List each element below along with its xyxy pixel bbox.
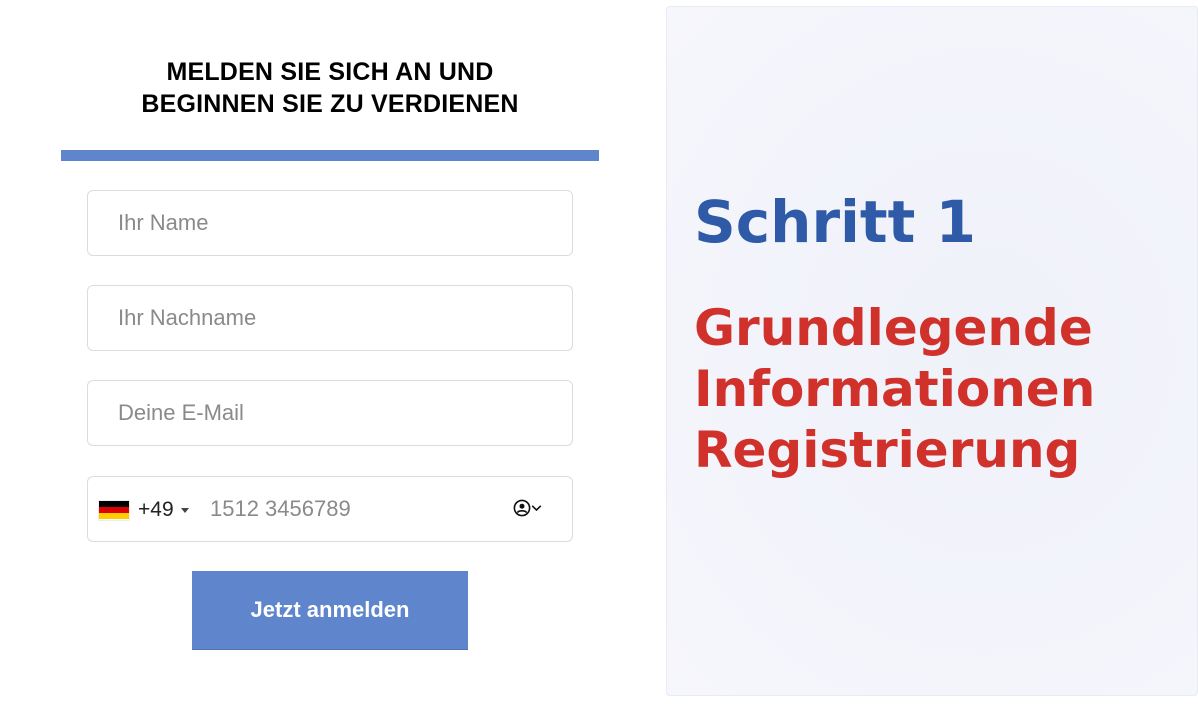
last-name-input[interactable] — [88, 286, 572, 350]
step-description-line-2: Informationen — [694, 360, 1096, 418]
signup-form-panel: MELDEN SIE SICH AN UND BEGINNEN SIE ZU V… — [61, 0, 599, 704]
accent-divider — [61, 150, 599, 161]
step-description: Grundlegende Informationen Registrierung — [694, 298, 1095, 481]
step-description-line-3: Registrierung — [694, 421, 1081, 479]
form-title-line-2: BEGINNEN SIE ZU VERDIENEN — [141, 90, 519, 118]
step-info-panel: Schritt 1 Grundlegende Informationen Reg… — [666, 6, 1198, 696]
dial-code: +49 — [138, 498, 174, 521]
first-name-field — [87, 190, 573, 256]
form-title: MELDEN SIE SICH AN UND BEGINNEN SIE ZU V… — [61, 56, 599, 120]
country-code-select[interactable]: +49 — [99, 497, 189, 523]
contact-menu-toggle[interactable] — [513, 499, 542, 517]
chevron-down-icon — [531, 504, 542, 512]
step-description-line-1: Grundlegende — [694, 299, 1093, 357]
form-title-line-1: MELDEN SIE SICH AN UND — [166, 58, 494, 86]
person-circle-icon — [513, 499, 531, 517]
germany-flag-icon — [99, 500, 129, 520]
email-field — [87, 380, 573, 446]
first-name-input[interactable] — [88, 191, 572, 255]
phone-field: +49 — [87, 476, 573, 542]
signup-page: MELDEN SIE SICH AN UND BEGINNEN SIE ZU V… — [0, 0, 1198, 704]
caret-down-icon — [180, 507, 189, 513]
email-input[interactable] — [88, 381, 572, 445]
last-name-field — [87, 285, 573, 351]
step-title: Schritt 1 — [694, 188, 976, 256]
signup-submit-button[interactable]: Jetzt anmelden — [192, 571, 468, 650]
